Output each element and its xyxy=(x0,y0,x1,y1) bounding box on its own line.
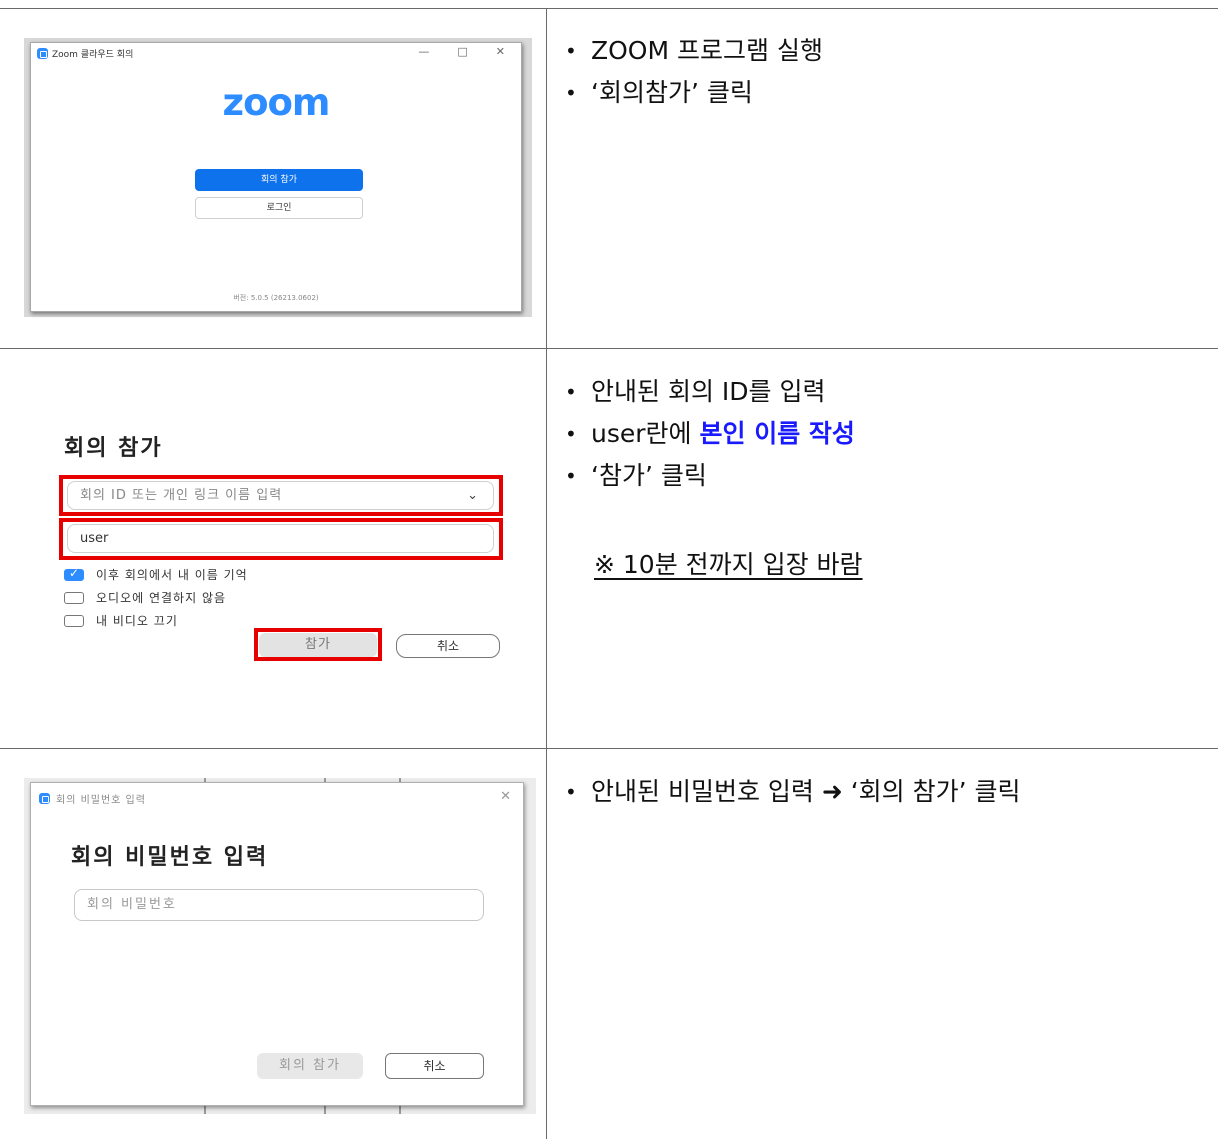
instruction-item: ‘회의참가’ 클릭 xyxy=(565,72,823,114)
password-dialog-window: 회의 비밀번호 입력 ✕ 회의 비밀번호 입력 회의 비밀번호 회의 참가 취소 xyxy=(30,782,524,1106)
cancel-button[interactable]: 취소 xyxy=(385,1053,484,1079)
background-line xyxy=(204,1106,206,1114)
instruction-item: ‘참가’ 클릭 xyxy=(565,455,855,497)
password-dialog-heading: 회의 비밀번호 입력 xyxy=(71,845,269,870)
column-divider xyxy=(546,8,547,1139)
password-input[interactable]: 회의 비밀번호 xyxy=(74,889,484,921)
row3-instructions: 안내된 비밀번호 입력 ➜ ‘회의 참가’ 클릭 xyxy=(565,771,1021,813)
window-titlebar: Zoom 클라우드 회의 xyxy=(37,47,133,60)
option-label: 오디오에 연결하지 않음 xyxy=(96,591,227,605)
zoom-app-icon xyxy=(39,793,50,804)
instruction-item: ZOOM 프로그램 실행 xyxy=(565,30,823,72)
join-meeting-button[interactable]: 회의 참가 xyxy=(257,1053,363,1079)
close-icon[interactable]: ✕ xyxy=(496,45,505,58)
highlighted-instruction: 본인 이름 작성 xyxy=(699,419,855,448)
highlight-box-meeting-id xyxy=(59,475,503,516)
password-dialog-screenshot: 회의 비밀번호 입력 ✕ 회의 비밀번호 입력 회의 비밀번호 회의 참가 취소 xyxy=(24,778,536,1114)
instruction-item: user란에 본인 이름 작성 xyxy=(565,413,855,455)
maximize-icon[interactable]: □ xyxy=(457,45,467,58)
arrival-note: ※ 10분 전까지 입장 바람 xyxy=(594,550,863,579)
checkbox-icon[interactable] xyxy=(64,614,84,627)
login-button[interactable]: 로그인 xyxy=(195,197,363,219)
option-no-audio[interactable]: 오디오에 연결하지 않음 xyxy=(64,589,226,606)
window-title: 회의 비밀번호 입력 xyxy=(56,795,146,806)
instruction-item: 안내된 비밀번호 입력 ➜ ‘회의 참가’ 클릭 xyxy=(565,771,1021,813)
instruction-prefix: user란에 xyxy=(591,419,700,448)
option-label: 이후 회의에서 내 이름 기억 xyxy=(96,568,248,582)
row-divider-1 xyxy=(0,348,1218,349)
zoom-launcher-window: Zoom 클라우드 회의 — □ ✕ zoom 회의 참가 로그인 버전: 5.… xyxy=(30,42,522,312)
row1-instructions: ZOOM 프로그램 실행 ‘회의참가’ 클릭 xyxy=(565,30,823,114)
highlight-box-name xyxy=(59,518,503,560)
zoom-launcher-screenshot: Zoom 클라우드 회의 — □ ✕ zoom 회의 참가 로그인 버전: 5.… xyxy=(24,38,532,317)
cancel-button[interactable]: 취소 xyxy=(396,634,500,658)
close-icon[interactable]: ✕ xyxy=(500,789,511,804)
highlight-box-join xyxy=(254,628,382,661)
window-title: Zoom 클라우드 회의 xyxy=(52,50,134,60)
table-top-border xyxy=(0,8,1218,9)
instruction-item: 안내된 회의 ID를 입력 xyxy=(565,371,855,413)
background-line xyxy=(324,1106,326,1114)
version-text: 버전: 5.0.5 (26213.0602) xyxy=(233,294,319,302)
zoom-app-icon xyxy=(37,48,48,59)
minimize-icon[interactable]: — xyxy=(418,45,429,58)
join-meeting-button[interactable]: 회의 참가 xyxy=(195,169,363,191)
background-line xyxy=(399,1106,401,1114)
row-divider-2 xyxy=(0,748,1218,749)
checkbox-checked-icon[interactable] xyxy=(64,566,84,581)
row2-instructions: 안내된 회의 ID를 입력 user란에 본인 이름 작성 ‘참가’ 클릭 xyxy=(565,371,855,497)
join-dialog-title: 회의 참가 xyxy=(64,436,163,461)
checkbox-icon[interactable] xyxy=(64,591,84,604)
zoom-logo: zoom xyxy=(222,81,331,124)
window-titlebar: 회의 비밀번호 입력 xyxy=(39,791,146,806)
option-remember-name[interactable]: 이후 회의에서 내 이름 기억 xyxy=(64,566,248,583)
window-controls: — □ ✕ xyxy=(418,45,505,58)
option-label: 내 비디오 끄기 xyxy=(96,614,178,628)
option-video-off[interactable]: 내 비디오 끄기 xyxy=(64,612,178,629)
